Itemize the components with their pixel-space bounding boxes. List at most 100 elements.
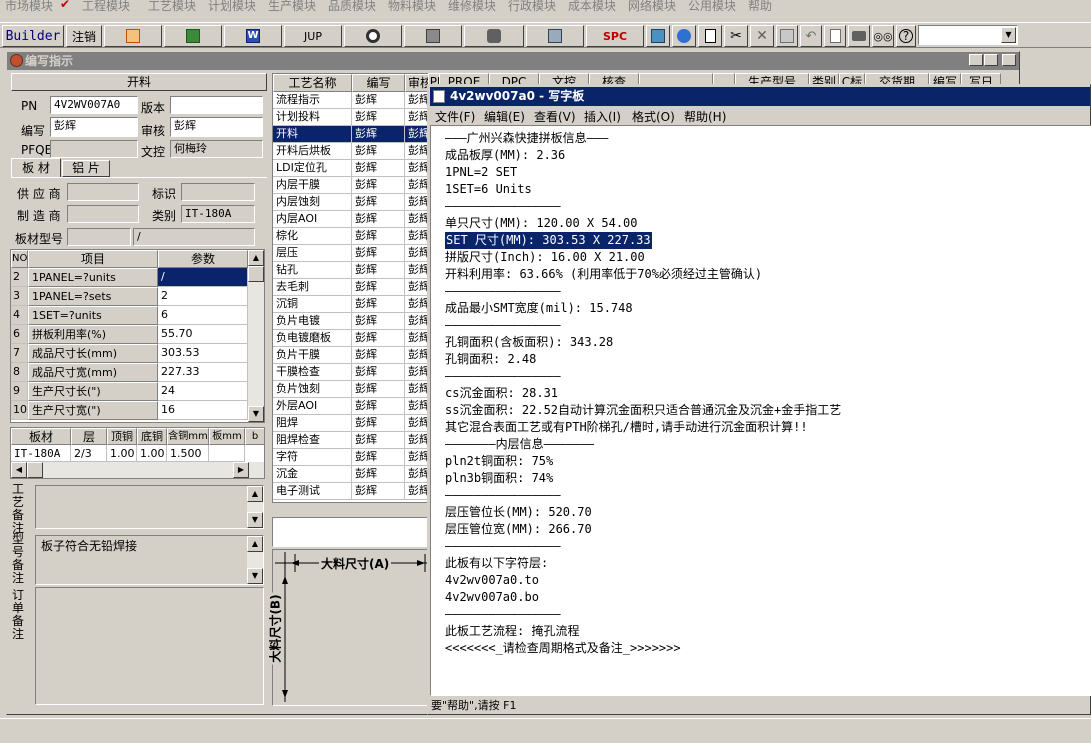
process-name-cell[interactable]: 沉铜 [273, 296, 352, 313]
process-name-cell[interactable]: 电子测试 [273, 483, 352, 500]
table-row[interactable]: 内层AOI 彭辉 彭辉 [273, 211, 430, 228]
process-writer-cell[interactable]: 彭辉 [352, 415, 405, 432]
process-writer-cell[interactable]: 彭辉 [352, 279, 405, 296]
save-button[interactable] [776, 25, 798, 47]
table-row[interactable]: 4 1SET=?units 6 [11, 306, 248, 325]
process-writer-cell[interactable]: 彭辉 [352, 449, 405, 466]
wordpad-menu-file[interactable]: 文件(F) [435, 108, 475, 125]
table-row[interactable]: 6 拼板利用率(%) 55.70 [11, 325, 248, 344]
tab-board[interactable]: 板 材 [11, 158, 61, 178]
minimize-button[interactable]: _ [969, 54, 983, 66]
mat-cell[interactable]: 1.00 [107, 445, 137, 462]
process-writer-cell[interactable]: 彭辉 [352, 177, 405, 194]
table-row[interactable]: LDI定位孔 彭辉 彭辉 [273, 160, 430, 177]
table-row[interactable]: 阻焊 彭辉 彭辉 [273, 415, 430, 432]
wordpad-menu-view[interactable]: 查看(V) [534, 108, 576, 125]
process-input[interactable] [272, 517, 432, 547]
process-writer-cell[interactable]: 彭辉 [352, 109, 405, 126]
cut-button[interactable]: ✂ [724, 25, 748, 47]
table-row[interactable]: 7 成品尺寸长(mm) 303.53 [11, 344, 248, 363]
table-row[interactable]: 去毛刺 彭辉 彭辉 [273, 279, 430, 296]
menu-cost[interactable]: 成本模块 [568, 0, 616, 14]
process-writer-cell[interactable]: 彭辉 [352, 211, 405, 228]
scroll-left-icon[interactable]: ◀ [11, 462, 27, 478]
table-row[interactable]: 沉铜 彭辉 彭辉 [273, 296, 430, 313]
find-button[interactable]: ◎◎ [872, 25, 894, 47]
process-name-cell[interactable]: 负片蚀刻 [273, 381, 352, 398]
mat-cell[interactable]: 1.00 [137, 445, 167, 462]
process-writer-cell[interactable]: 彭辉 [352, 92, 405, 109]
scroll-up-icon[interactable]: ▲ [247, 486, 263, 502]
process-writer-cell[interactable]: 彭辉 [352, 398, 405, 415]
table-row[interactable]: 干膜检查 彭辉 彭辉 [273, 364, 430, 381]
process-name-cell[interactable]: 开料 [273, 126, 352, 143]
maximize-button[interactable]: □ [984, 54, 998, 66]
order-remark-field[interactable] [35, 587, 264, 705]
process-name-cell[interactable]: 去毛刺 [273, 279, 352, 296]
process-name-cell[interactable]: 负片电镀 [273, 313, 352, 330]
chevron-down-icon[interactable]: ▼ [1001, 27, 1016, 43]
process-writer-cell[interactable]: 彭辉 [352, 347, 405, 364]
table-row[interactable]: 9 生产尺寸长(") 24 [11, 382, 248, 401]
process-writer-cell[interactable]: 彭辉 [352, 432, 405, 449]
param-value[interactable]: 303.53 [158, 344, 248, 363]
tab-aluminum[interactable]: 铝 片 [62, 160, 110, 177]
scroll-up-icon[interactable]: ▲ [247, 536, 263, 552]
process-writer-cell[interactable]: 彭辉 [352, 194, 405, 211]
process-name-cell[interactable]: 字符 [273, 449, 352, 466]
jup-button[interactable]: JUP [284, 25, 342, 47]
word-button[interactable]: W [224, 25, 282, 47]
process-remark-field[interactable]: ▲ ▼ [35, 485, 264, 529]
wordpad-document[interactable]: ———广州兴森快捷拼板信息——— 成品板厚(MM): 2.36 1PNL=2 SET… [430, 125, 1091, 696]
supplier-field[interactable] [67, 183, 139, 201]
table-row[interactable]: 层压 彭辉 彭辉 [273, 245, 430, 262]
doccontrol-field[interactable]: 何梅玲 [170, 140, 263, 158]
parameter-grid-scrollbar[interactable]: ▲ ▼ [248, 250, 264, 422]
reviewer-field[interactable]: 彭辉 [170, 117, 263, 137]
process-writer-cell[interactable]: 彭辉 [352, 330, 405, 347]
scroll-right-icon[interactable]: ▶ [233, 462, 249, 478]
menu-admin[interactable]: 行政模块 [508, 0, 556, 14]
wordpad-menu-help[interactable]: 帮助(H) [684, 108, 726, 125]
table-row[interactable]: 负片蚀刻 彭辉 彭辉 [273, 381, 430, 398]
process-name-cell[interactable]: 负电镀磨板 [273, 330, 352, 347]
version-field[interactable] [170, 96, 263, 114]
mat-cell[interactable] [209, 445, 245, 462]
process-name-cell[interactable]: 计划投料 [273, 109, 352, 126]
category-field[interactable]: IT-180A [181, 205, 255, 223]
menu-engineering[interactable]: 工程模块 [82, 0, 130, 14]
scroll-down-icon[interactable]: ▼ [247, 512, 263, 528]
mark-field[interactable] [181, 183, 255, 201]
table-row[interactable]: 阻焊检查 彭辉 彭辉 [273, 432, 430, 449]
process-name-cell[interactable]: 钻孔 [273, 262, 352, 279]
table-row[interactable]: 字符 彭辉 彭辉 [273, 449, 430, 466]
menu-help[interactable]: 帮助 [748, 0, 772, 14]
mat-cell[interactable]: 1.500 [167, 445, 209, 462]
table-row[interactable]: 电子测试 彭辉 彭辉 [273, 483, 430, 500]
process-writer-cell[interactable]: 彭辉 [352, 364, 405, 381]
menu-material[interactable]: 物料模块 [388, 0, 436, 14]
table-row[interactable]: 8 成品尺寸宽(mm) 227.33 [11, 363, 248, 382]
table-row[interactable]: 开料后烘板 彭辉 彭辉 [273, 143, 430, 160]
table-row[interactable]: 负电镀磨板 彭辉 彭辉 [273, 330, 430, 347]
excel-button[interactable] [164, 25, 222, 47]
process-name-cell[interactable]: 负片干膜 [273, 347, 352, 364]
param-value[interactable]: 55.70 [158, 325, 248, 344]
new-button[interactable] [698, 25, 722, 47]
process-writer-cell[interactable]: 彭辉 [352, 160, 405, 177]
wordpad-menu-insert[interactable]: 插入(I) [584, 108, 621, 125]
close-button[interactable]: × [1002, 54, 1016, 66]
scroll-down-icon[interactable]: ▼ [248, 406, 264, 422]
logout-button[interactable]: 注销 [66, 25, 102, 47]
menu-network[interactable]: 网络模块 [628, 0, 676, 14]
toolbar-combo[interactable]: ▼ [918, 25, 1018, 45]
process-writer-cell[interactable]: 彭辉 [352, 245, 405, 262]
table-row[interactable]: 负片干膜 彭辉 彭辉 [273, 347, 430, 364]
process-writer-cell[interactable]: 彭辉 [352, 228, 405, 245]
process-name-cell[interactable]: 干膜检查 [273, 364, 352, 381]
menu-maintenance[interactable]: 维修模块 [448, 0, 496, 14]
process-name-cell[interactable]: 层压 [273, 245, 352, 262]
menu-plan[interactable]: 计划模块 [208, 0, 256, 14]
pn-field[interactable]: 4V2WV007A0 [50, 96, 138, 114]
menu-market[interactable]: 市场模块 [5, 0, 53, 14]
